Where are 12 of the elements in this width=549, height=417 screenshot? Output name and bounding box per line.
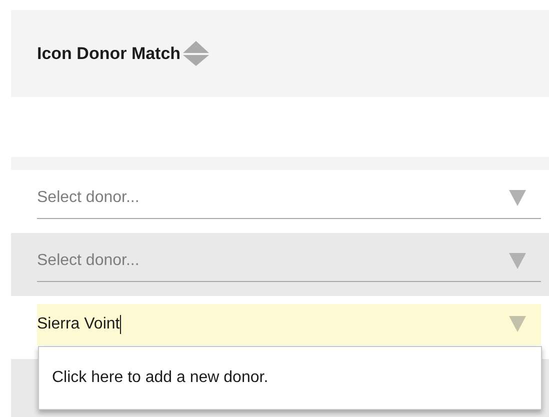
dropdown-arrow-icon[interactable] [509, 316, 526, 332]
field-placeholder: Select donor... [37, 189, 140, 207]
dropdown-arrow-icon[interactable] [509, 253, 526, 269]
add-donor-option[interactable]: Click here to add a new donor. [52, 369, 268, 387]
field-placeholder: Select donor... [37, 252, 140, 270]
field-value: Sierra Voint [37, 315, 120, 332]
dropdown-arrow-icon[interactable] [509, 190, 526, 206]
donor-select-field[interactable]: Select donor... [37, 178, 541, 219]
sort-icon[interactable] [182, 40, 209, 66]
donor-select-field[interactable]: Sierra Voint [37, 304, 541, 345]
text-cursor [120, 314, 121, 334]
column-title: Icon Donor Match [37, 44, 181, 64]
